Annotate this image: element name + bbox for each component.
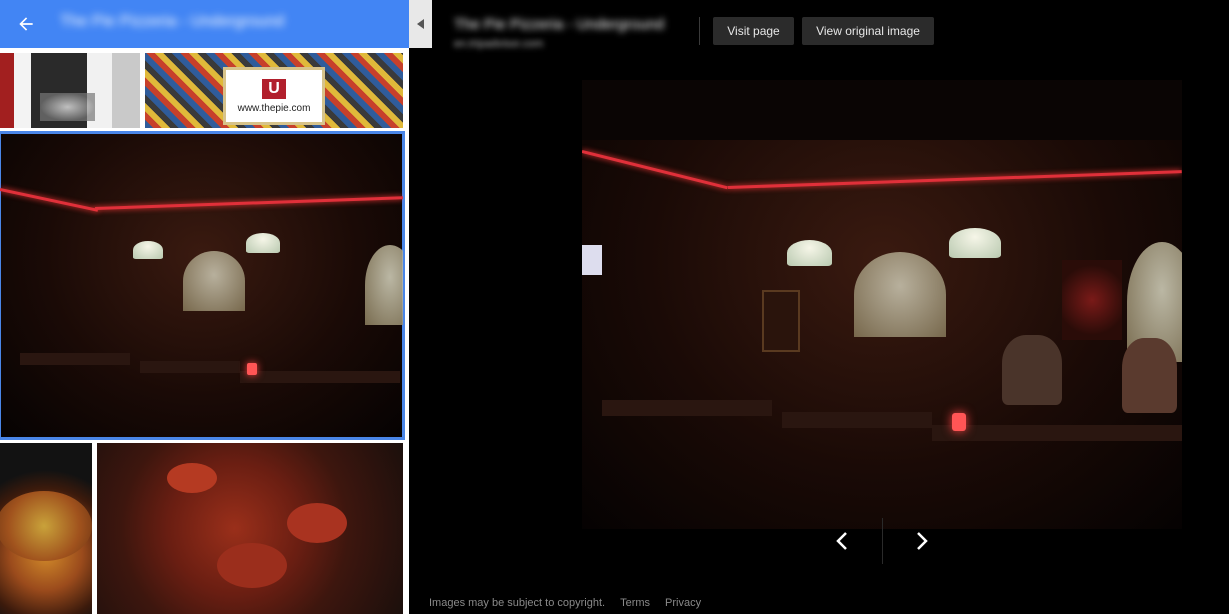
visit-page-button[interactable]: Visit page [713, 17, 794, 45]
thumbnail-pizza[interactable] [0, 443, 92, 614]
results-panel: The Pie Pizzeria - Underground U www.the… [0, 0, 409, 614]
chevron-right-icon [917, 532, 928, 550]
view-original-button[interactable]: View original image [802, 17, 934, 45]
next-image-button[interactable] [907, 526, 937, 556]
footer: Images may be subject to copyright. Term… [429, 597, 701, 609]
collapse-panel-button[interactable] [409, 0, 432, 48]
poster-url: www.thepie.com [237, 102, 311, 114]
viewer-title: The Pie Pizzeria - Underground [454, 16, 665, 33]
privacy-link[interactable]: Privacy [665, 597, 701, 609]
thumbnail-bar-interior-selected[interactable] [0, 131, 405, 440]
thumbnail-entrance[interactable] [0, 53, 140, 128]
previous-image-button[interactable] [827, 526, 857, 556]
back-button[interactable] [12, 10, 40, 38]
poster-card: U www.thepie.com [223, 67, 325, 125]
viewer-source: en.tripadvisor.com [454, 38, 544, 50]
copyright-notice: Images may be subject to copyright. [429, 597, 606, 609]
thumbnail-pepperoni-pizza[interactable] [97, 443, 403, 614]
thumbnail-poster[interactable]: U www.thepie.com [145, 53, 403, 128]
collapse-arrow-icon [416, 19, 424, 29]
header-divider [699, 17, 700, 45]
results-title: The Pie Pizzeria - Underground [60, 13, 285, 30]
main-image[interactable] [582, 80, 1182, 529]
terms-link[interactable]: Terms [620, 597, 650, 609]
results-header: The Pie Pizzeria - Underground [0, 0, 409, 48]
chevron-left-icon [836, 532, 847, 550]
arrow-back-icon [19, 17, 33, 31]
poster-logo: U [262, 78, 286, 99]
nav-divider [882, 518, 883, 564]
image-viewer: The Pie Pizzeria - Underground U www.the… [0, 0, 1229, 614]
